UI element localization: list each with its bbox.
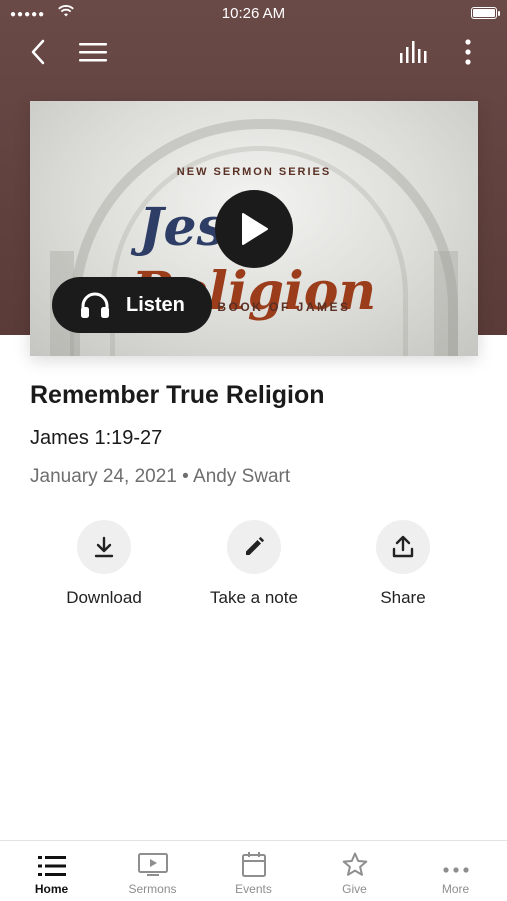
listen-label: Listen — [126, 293, 185, 316]
battery-icon — [471, 7, 500, 19]
tab-home[interactable]: Home — [1, 841, 102, 901]
tab-more[interactable]: More — [405, 841, 506, 901]
star-icon — [342, 852, 367, 876]
sermon-meta: January 24, 2021 • Andy Swart — [30, 466, 291, 487]
back-chevron-icon — [31, 39, 45, 65]
sermon-speaker: Andy Swart — [193, 466, 291, 487]
ellipsis-icon — [442, 867, 469, 873]
take-note-label: Take a note — [210, 588, 298, 607]
sermon-title: Remember True Religion — [30, 381, 325, 409]
tab-sermons[interactable]: Sermons — [102, 841, 203, 901]
sermon-date: January 24, 2021 — [30, 466, 177, 487]
hamburger-icon — [79, 43, 107, 62]
list-icon — [37, 856, 66, 876]
tab-events-label: Events — [235, 882, 272, 896]
tab-events[interactable]: Events — [203, 841, 304, 901]
more-options-button[interactable] — [450, 34, 486, 70]
audio-levels-icon — [400, 41, 427, 63]
tab-more-label: More — [441, 882, 470, 896]
take-note-action[interactable]: Take a note — [184, 520, 324, 608]
tab-home-label: Home — [34, 882, 69, 896]
series-label: NEW SERMON SERIES — [176, 166, 332, 178]
listen-button[interactable]: Listen — [52, 277, 212, 333]
tab-give-label: Give — [342, 882, 367, 896]
share-button[interactable] — [376, 520, 430, 574]
play-icon — [242, 213, 268, 245]
share-label: Share — [380, 588, 426, 607]
back-button[interactable] — [20, 34, 56, 70]
vertical-ellipsis-icon — [465, 39, 471, 65]
audio-levels-button[interactable] — [397, 34, 433, 70]
menu-button[interactable] — [75, 34, 111, 70]
pencil-icon — [246, 536, 265, 555]
share-icon — [392, 535, 414, 558]
tv-play-icon — [137, 853, 168, 876]
download-icon — [94, 536, 114, 558]
share-action[interactable]: Share — [333, 520, 473, 608]
calendar-icon — [241, 852, 266, 877]
scripture-reference: James 1:19-27 — [30, 427, 163, 449]
download-button[interactable] — [77, 520, 131, 574]
tab-give[interactable]: Give — [304, 841, 405, 901]
download-label: Download — [66, 588, 142, 607]
play-button[interactable] — [215, 190, 293, 268]
tab-sermons-label: Sermons — [128, 882, 177, 896]
headphones-icon — [80, 291, 110, 319]
status-time: 10:26 AM — [221, 5, 286, 22]
download-action[interactable]: Download — [34, 520, 174, 608]
status-bar: ●●●●● 10:26 AM — [0, 0, 507, 28]
tab-bar: Home Sermons Events Give More — [0, 840, 507, 901]
take-note-button[interactable] — [227, 520, 281, 574]
